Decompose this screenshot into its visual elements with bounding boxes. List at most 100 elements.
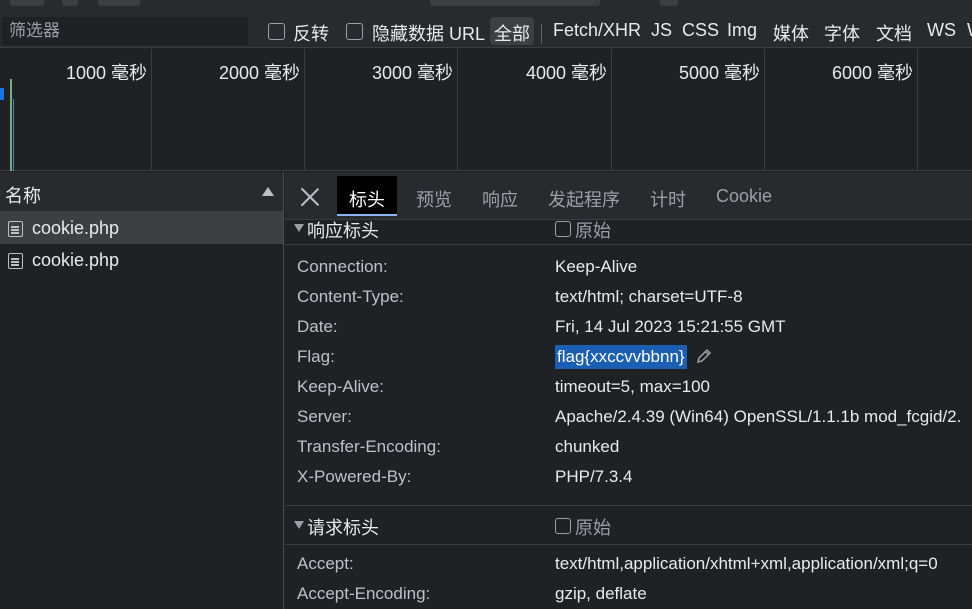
raw-label: 原始 [575, 518, 611, 538]
header-row: Accept: text/html,application/xhtml+xml,… [285, 550, 972, 580]
request-list-header[interactable]: 名称 [0, 172, 283, 212]
header-key: Connection: [297, 257, 388, 276]
timeline-label: 4000 毫秒 [525, 63, 607, 83]
timeline-gridline [611, 49, 612, 171]
filter-type-all[interactable]: 全部 [490, 17, 534, 45]
raw-checkbox[interactable] [555, 221, 571, 237]
filter-type-doc[interactable]: 文档 [872, 17, 916, 45]
timeline-request-bar [10, 79, 12, 171]
raw-label: 原始 [575, 221, 611, 241]
close-icon[interactable] [299, 186, 321, 208]
tab-timing[interactable]: 计时 [650, 176, 686, 216]
filter-type-css[interactable]: CSS [678, 17, 723, 45]
header-row: Server: Apache/2.4.39 (Win64) OpenSSL/1.… [285, 403, 972, 433]
invert-label: 反转 [293, 24, 329, 44]
toolbar-button[interactable] [62, 0, 78, 6]
header-row: Content-Type: text/html; charset=UTF-8 [285, 283, 972, 313]
toolbar-button[interactable] [660, 0, 678, 6]
timeline-overview[interactable]: 1000 毫秒 2000 毫秒 3000 毫秒 4000 毫秒 5000 毫秒 … [0, 49, 972, 171]
header-value[interactable]: text/html; charset=UTF-8 [555, 287, 743, 307]
filter-type-img[interactable]: Img [723, 17, 761, 45]
header-key: X-Powered-By: [297, 467, 412, 486]
throttle-select[interactable] [430, 0, 600, 6]
invert-checkbox[interactable] [268, 23, 285, 40]
timeline-label: 6000 毫秒 [831, 63, 913, 83]
request-name: cookie.php [32, 218, 120, 238]
header-value[interactable]: Apache/2.4.39 (Win64) OpenSSL/1.1.1b mod… [555, 407, 961, 427]
filter-bar: 反转 隐藏数据 URL 全部 Fetch/XHR JS CSS Img 媒体 字… [0, 8, 972, 48]
header-value[interactable]: chunked [555, 437, 619, 457]
expand-triangle-icon[interactable] [294, 521, 304, 529]
tab-preview[interactable]: 预览 [416, 176, 452, 216]
toolbar-button[interactable] [98, 0, 140, 6]
details-tabbar: 标头 预览 响应 发起程序 计时 Cookie [285, 172, 972, 220]
header-row: Connection: Keep-Alive [285, 253, 972, 283]
header-value[interactable]: PHP/7.3.4 [555, 467, 633, 487]
edit-pencil-icon[interactable] [695, 347, 713, 365]
column-name-header[interactable]: 名称 [5, 182, 41, 208]
expand-triangle-icon[interactable] [294, 224, 304, 232]
toolbar-strip [0, 0, 972, 8]
header-value[interactable]: Fri, 14 Jul 2023 15:21:55 GMT [555, 317, 786, 337]
request-headers-section-header[interactable]: 请求标头 原始 [285, 512, 972, 540]
header-value[interactable]: gzip, deflate [555, 584, 647, 604]
filter-type-font[interactable]: 字体 [820, 17, 864, 45]
header-value[interactable]: Keep-Alive [555, 257, 637, 277]
header-key: Date: [297, 317, 338, 336]
header-key: Server: [297, 407, 352, 426]
header-key: Keep-Alive: [297, 377, 384, 396]
request-row[interactable]: cookie.php [0, 212, 283, 244]
tab-response[interactable]: 响应 [482, 176, 518, 216]
request-name: cookie.php [32, 250, 120, 270]
request-list: 名称 cookie.php cookie.php [0, 172, 284, 609]
timeline-gridline [304, 49, 305, 171]
section-title: 请求标头 [307, 518, 379, 538]
response-headers-section-header[interactable]: 响应标头 原始 [285, 215, 972, 243]
timeline-gridline [764, 49, 765, 171]
document-icon [8, 253, 23, 269]
tab-headers[interactable]: 标头 [337, 176, 397, 216]
filter-input[interactable] [2, 17, 248, 45]
timeline-label: 5000 毫秒 [678, 63, 760, 83]
timeline-gridline [151, 49, 152, 171]
timeline-gridline [457, 49, 458, 171]
divider [285, 505, 972, 506]
divider [285, 544, 972, 545]
sort-ascending-icon[interactable] [262, 187, 274, 196]
header-row: Date: Fri, 14 Jul 2023 15:21:55 GMT [285, 313, 972, 343]
tab-cookies[interactable]: Cookie [716, 176, 772, 216]
header-value-selected[interactable]: flag{xxccvvbbnn} [555, 345, 687, 369]
divider [541, 24, 542, 44]
raw-checkbox[interactable] [555, 518, 571, 534]
timeline-gridline [917, 49, 918, 171]
timeline-request-bar [13, 99, 14, 171]
filter-type-fetch-xhr[interactable]: Fetch/XHR [549, 17, 645, 45]
request-row[interactable]: cookie.php [0, 244, 283, 276]
header-row: Keep-Alive: timeout=5, max=100 [285, 373, 972, 403]
timeline-request-bar [0, 88, 4, 100]
header-row: Flag: flag{xxccvvbbnn} [285, 343, 972, 373]
filter-type-wasm[interactable]: W [963, 17, 972, 45]
toolbar-button[interactable] [10, 0, 44, 6]
header-key: Accept: [297, 554, 354, 573]
timeline-label: 2000 毫秒 [218, 63, 300, 83]
tab-initiator[interactable]: 发起程序 [548, 176, 620, 216]
header-row: Accept-Encoding: gzip, deflate [285, 580, 972, 609]
header-key: Content-Type: [297, 287, 404, 306]
header-key: Transfer-Encoding: [297, 437, 441, 456]
header-value[interactable]: timeout=5, max=100 [555, 377, 710, 397]
filter-type-ws[interactable]: WS [923, 17, 960, 45]
header-key: Accept-Encoding: [297, 584, 431, 603]
timeline-label: 3000 毫秒 [371, 63, 453, 83]
filter-type-media[interactable]: 媒体 [769, 17, 813, 45]
header-key: Flag: [297, 347, 335, 366]
hide-data-url-label: 隐藏数据 URL [372, 24, 486, 44]
header-row: X-Powered-By: PHP/7.3.4 [285, 463, 972, 493]
header-value[interactable]: text/html,application/xhtml+xml,applicat… [555, 554, 938, 574]
timeline-label: 1000 毫秒 [65, 63, 147, 83]
request-details: 标头 预览 响应 发起程序 计时 Cookie 响应标头 原始 Connecti… [285, 172, 972, 609]
document-icon [8, 221, 23, 237]
filter-type-js[interactable]: JS [647, 17, 676, 45]
divider [285, 244, 972, 245]
hide-data-url-checkbox[interactable] [346, 23, 363, 40]
